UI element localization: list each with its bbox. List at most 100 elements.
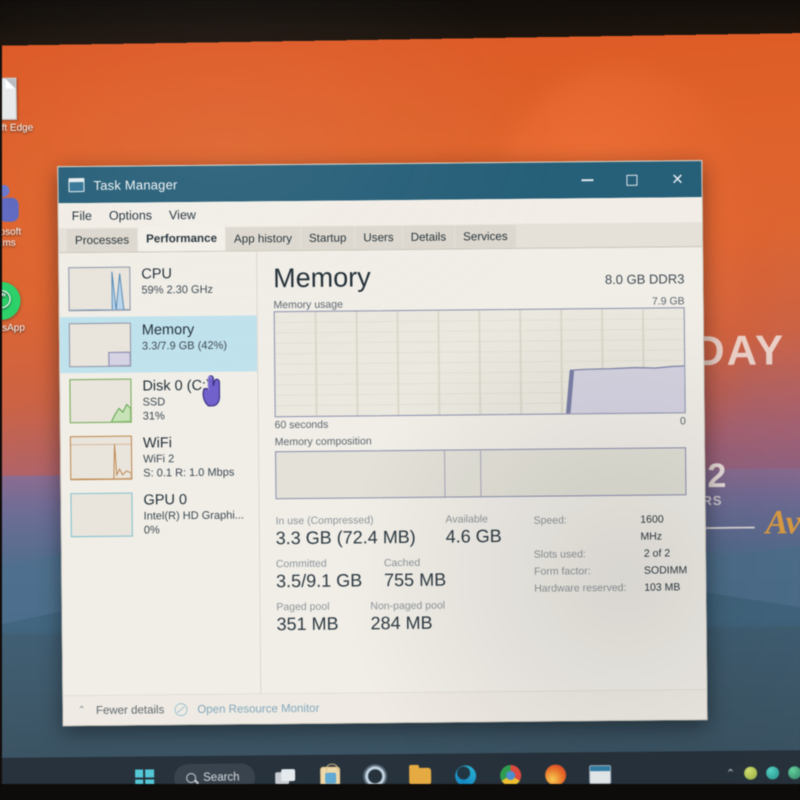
chevron-up-icon: ⌃ (77, 705, 86, 717)
tab-startup[interactable]: Startup (300, 226, 355, 250)
laptop-bezel-left (0, 0, 2, 800)
stat-row-committed-cached: Committed Cached 3.5/9.1 GB 755 MB (276, 556, 526, 592)
tab-services[interactable]: Services (455, 224, 516, 249)
tab-performance[interactable]: Performance (137, 225, 226, 252)
sidebar-item-sub: WiFi 2 (143, 453, 175, 466)
sidebar-item-memory[interactable]: Memory 3.3/7.9 GB (42%) (59, 315, 258, 374)
graph-label: Memory usage (273, 298, 343, 312)
committed-value: 3.5/9.1 GB (276, 570, 363, 592)
fewer-details-button[interactable]: Fewer details (96, 704, 165, 717)
sidebar-item-sub2: 0% (143, 524, 160, 537)
memory-detail-panel: Memory 8.0 GB DDR3 Memory usage 7.9 GB 6… (257, 247, 706, 693)
menu-item-file[interactable]: File (72, 208, 92, 222)
desktop-icon-label: WhatsApp (0, 322, 25, 335)
search-label: Search (203, 771, 240, 784)
detail-key: Form factor: (533, 565, 591, 578)
desktop-icon-microsoft-teams[interactable]: Microsoft Teams (0, 184, 36, 250)
sidebar-item-label: CPU (141, 266, 173, 283)
maximize-button[interactable] (609, 162, 653, 198)
firefox-icon (544, 763, 567, 786)
window-footer: ⌃ Fewer details Open Resource Monitor (63, 689, 707, 726)
performance-sidebar[interactable]: CPU 59% 2.30 GHz Memory 3.3/7.9 GB (42%)… (59, 251, 262, 696)
memory-usage-graph (273, 307, 686, 418)
window-title: Task Manager (93, 176, 178, 193)
detail-hardware-reserved: Hardware reserved: 103 MB (534, 579, 687, 597)
sidebar-item-sub2: 31% (142, 410, 165, 423)
screen-content: NDAY 12 HOURS Av Microsoft Edge Microsof… (0, 26, 800, 800)
non-paged-pool-value: 284 MB (370, 612, 433, 634)
cached-value: 755 MB (384, 569, 447, 591)
cached-label: Cached (383, 556, 421, 570)
tray-chevron-up-icon[interactable]: ⌃ (726, 766, 735, 779)
composition-label: Memory composition (274, 435, 372, 449)
graph-time-right-label: 0 (679, 415, 686, 428)
resource-monitor-icon (174, 703, 188, 717)
non-paged-pool-label: Non-paged pool (370, 599, 446, 613)
available-label: Available (445, 513, 489, 526)
sidebar-item-sub2: S: 0.1 R: 1.0 Mbps (143, 466, 235, 480)
whatsapp-icon (0, 281, 21, 321)
close-button[interactable]: ✕ (653, 161, 701, 197)
tab-details[interactable]: Details (402, 225, 455, 249)
gpu-thumbnail-graph (70, 492, 133, 538)
tray-icon-3[interactable] (788, 765, 800, 779)
paged-pool-value: 351 MB (276, 613, 339, 635)
memory-composition-bar (274, 447, 687, 500)
sidebar-item-label: WiFi (142, 435, 173, 452)
chrome-icon (499, 764, 522, 786)
teams-icon (0, 184, 21, 224)
folder-icon (409, 767, 432, 785)
minimize-button[interactable] (565, 162, 609, 198)
detail-speed: Speed: 1600 MHz (533, 511, 686, 546)
sidebar-item-sub: 59% 2.30 GHz (141, 283, 214, 297)
in-use-value: 3.3 GB (72.4 MB) (275, 526, 416, 549)
tray-icon-1[interactable] (744, 766, 758, 780)
graph-time-left-label: 60 seconds (274, 418, 329, 432)
committed-label: Committed (275, 557, 327, 571)
sidebar-item-wifi[interactable]: WiFi WiFi 2 S: 0.1 R: 1.0 Mbps (61, 428, 258, 487)
detail-value: 2 of 2 (643, 547, 671, 560)
menu-item-view[interactable]: View (169, 207, 196, 221)
sidebar-item-label: Memory (141, 321, 195, 339)
tab-users[interactable]: Users (355, 226, 402, 250)
wallpaper-script-text: Av (765, 504, 800, 542)
sidebar-item-sub: 3.3/7.9 GB (42%) (141, 339, 228, 353)
detail-key: Speed: (533, 514, 567, 527)
detail-value: 1600 MHz (640, 513, 664, 543)
tab-processes[interactable]: Processes (66, 228, 138, 253)
menu-item-options[interactable]: Options (109, 208, 152, 222)
sidebar-item-sub: Intel(R) HD Graphi... (143, 509, 244, 523)
desktop-icon-label: Microsoft Edge (0, 122, 34, 135)
detail-key: Hardware reserved: (534, 581, 627, 595)
paged-pool-label: Paged pool (276, 600, 330, 614)
task-manager-window[interactable]: Task Manager ✕ File Options View Process… (57, 160, 708, 727)
graph-max-label: 7.9 GB (651, 295, 685, 308)
tray-icon-2[interactable] (766, 765, 780, 780)
disk-thumbnail-graph (69, 378, 132, 424)
desktop-icon-microsoft-edge[interactable]: Microsoft Edge (0, 77, 35, 135)
memory-thumbnail-graph (68, 322, 132, 368)
detail-value: SODIMM (643, 564, 688, 577)
sidebar-item-disk[interactable]: Disk 0 (C:) SSD 31% (60, 371, 257, 430)
sidebar-item-sub: SSD (142, 396, 166, 409)
title-bar[interactable]: Task Manager ✕ (58, 161, 702, 204)
hardware-summary: 8.0 GB DDR3 (604, 271, 685, 288)
stat-row-inuse-available: In use (Compressed) Available 3.3 GB (72… (275, 513, 525, 549)
cpu-thumbnail-graph (68, 266, 131, 312)
system-tray[interactable]: ⌃ (726, 765, 800, 780)
desktop-icon-label: Microsoft Teams (0, 226, 22, 249)
search-icon (186, 773, 197, 784)
task-manager-icon (589, 764, 612, 784)
wifi-thumbnail-graph (69, 435, 133, 481)
sidebar-item-cpu[interactable]: CPU 59% 2.30 GHz (59, 259, 256, 317)
detail-slots-used: Slots used: 2 of 2 (534, 545, 687, 563)
edge-icon (454, 764, 477, 787)
desktop-icon-whatsapp[interactable]: WhatsApp (0, 281, 37, 335)
memory-statistics: In use (Compressed) Available 3.3 GB (72… (275, 511, 687, 644)
document-icon (0, 77, 17, 121)
page-title: Memory (273, 262, 371, 294)
tab-app-history[interactable]: App history (225, 226, 301, 251)
memory-details-list: Speed: 1600 MHz Slots used: 2 of 2 Form … (533, 511, 687, 641)
open-resource-monitor-link[interactable]: Open Resource Monitor (197, 702, 319, 715)
sidebar-item-gpu[interactable]: GPU 0 Intel(R) HD Graphi... 0% (61, 485, 258, 544)
